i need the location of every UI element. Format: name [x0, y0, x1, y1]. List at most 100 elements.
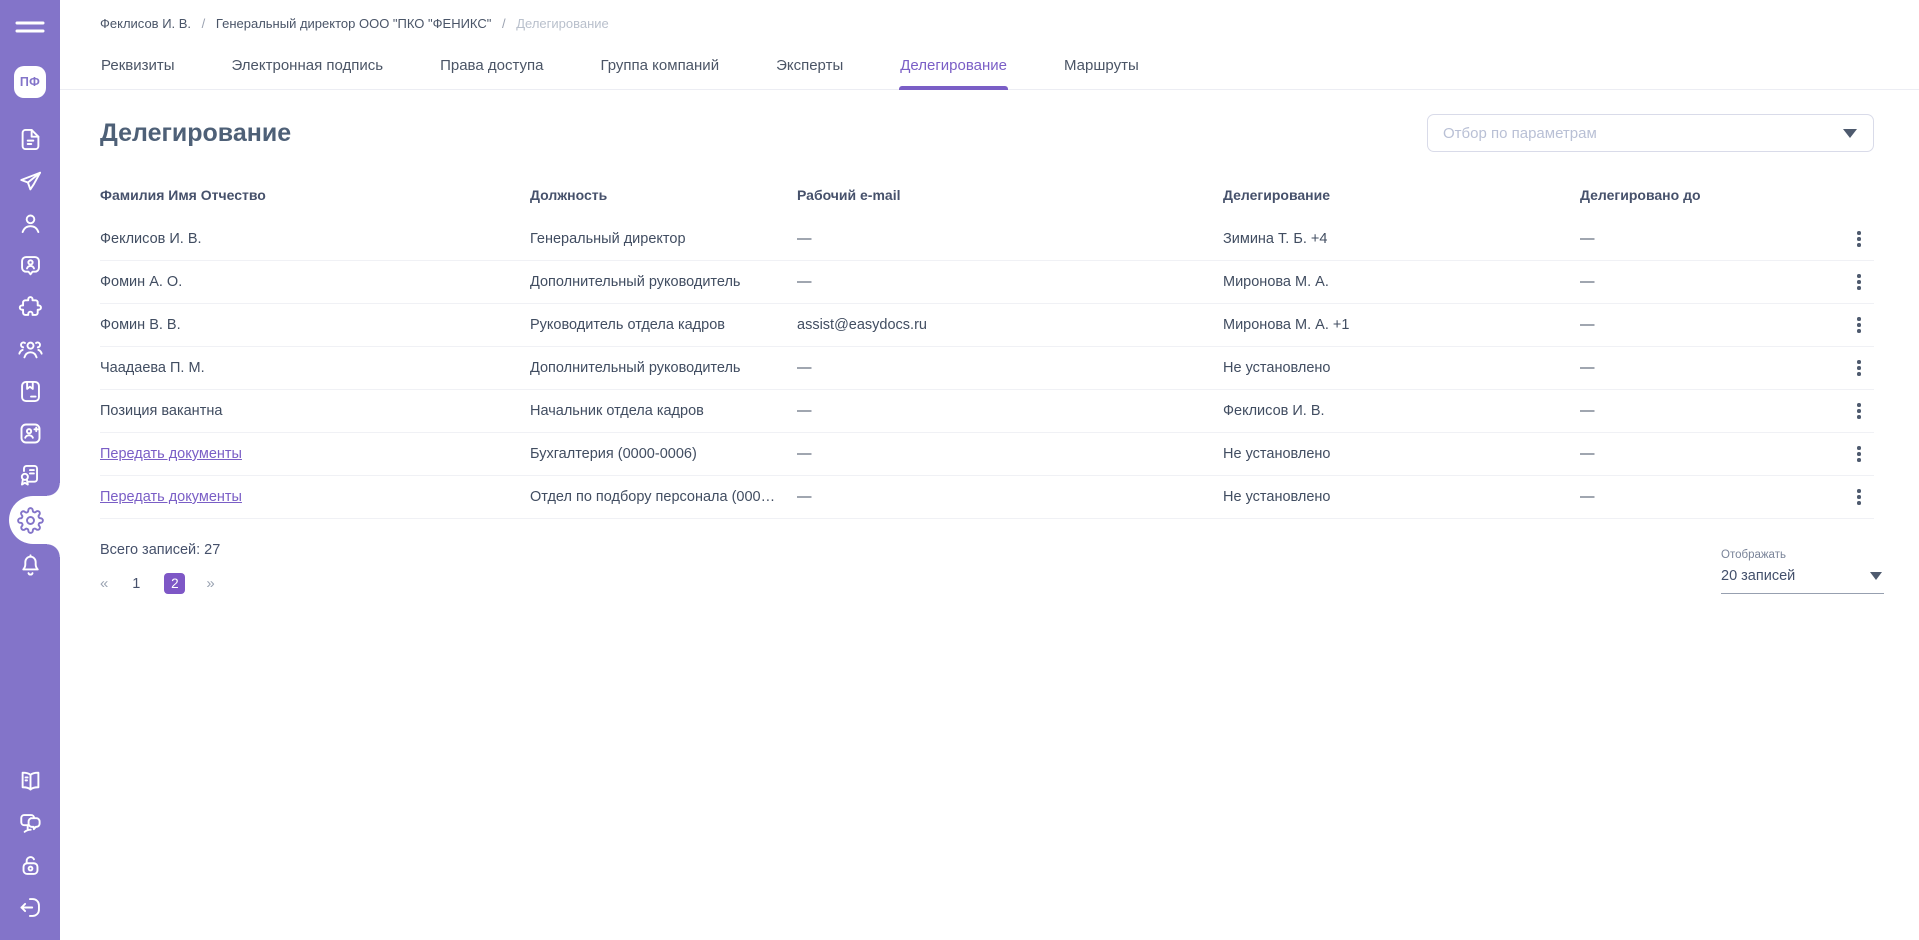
transfer-documents-link[interactable]: Передать документы [100, 489, 530, 505]
row-menu-button[interactable] [1844, 476, 1874, 518]
sidebar-item-book-saved[interactable] [0, 370, 60, 412]
cell-position: Дополнительный руководитель [530, 274, 797, 290]
breadcrumb: Феклисов И. В. / Генеральный директор ОО… [60, 0, 1919, 31]
certificate-icon [17, 462, 44, 489]
sidebar-item-user-badge[interactable] [0, 244, 60, 286]
row-menu-button[interactable] [1844, 218, 1874, 260]
cell-name: Чаадаева П. М. [100, 360, 530, 376]
cell-email: — [797, 231, 1223, 247]
row-menu-button[interactable] [1844, 261, 1874, 303]
avatar[interactable]: ПФ [14, 66, 46, 98]
chevron-down-icon [1843, 129, 1857, 138]
cell-delegated-until: — [1580, 360, 1844, 376]
cell-email: — [797, 489, 1223, 505]
tab-3[interactable]: Группа компаний [599, 44, 720, 89]
table-row: Фомин В. В.Руководитель отдела кадровass… [100, 304, 1874, 347]
cell-email: — [797, 446, 1223, 462]
cell-delegation: Не установлено [1223, 360, 1580, 376]
sidebar-item-logout[interactable] [0, 886, 60, 928]
cell-name: Феклисов И. В. [100, 231, 530, 247]
cell-email: — [797, 274, 1223, 290]
cell-delegated-until: — [1580, 489, 1844, 505]
tab-6[interactable]: Маршруты [1063, 44, 1140, 89]
sidebar-nav-bottom [0, 760, 60, 928]
table-row: Фомин А. О.Дополнительный руководитель—М… [100, 261, 1874, 304]
pagination: « 1 2 » [100, 573, 220, 594]
cell-delegated-until: — [1580, 403, 1844, 419]
title-row: Делегирование Отбор по параметрам [100, 114, 1874, 152]
app-window: ПФ Феклисов И. В. / Генеральный директор… [0, 0, 1919, 940]
menu-icon [13, 14, 47, 45]
pagination-page-2[interactable]: 2 [164, 573, 185, 594]
row-menu-button[interactable] [1844, 433, 1874, 475]
support-icon [17, 810, 44, 837]
delegation-table: Фамилия Имя ОтчествоДолжностьРабочий e-m… [100, 179, 1874, 519]
table-footer: Всего записей: 27 «12» Отображать 20 зап… [100, 542, 1874, 594]
cell-email: — [797, 403, 1223, 419]
tab-2[interactable]: Права доступа [439, 44, 544, 89]
sidebar-item-users[interactable] [0, 328, 60, 370]
table-row: Позиция вакантнаНачальник отдела кадров—… [100, 390, 1874, 433]
puzzle-icon [17, 294, 44, 321]
cell-name: Фомин А. О. [100, 274, 530, 290]
main-panel: Делегирование Отбор по параметрам Фамили… [60, 90, 1919, 940]
sidebar-item-send[interactable] [0, 160, 60, 202]
cell-position: Начальник отдела кадров [530, 403, 797, 419]
page-size-select[interactable]: 20 записей [1721, 561, 1884, 594]
cell-position: Бухгалтерия (0000-0006) [530, 446, 797, 462]
book-open-icon [17, 768, 44, 795]
table-header-row: Фамилия Имя ОтчествоДолжностьРабочий e-m… [100, 179, 1874, 218]
cell-name: Позиция вакантна [100, 403, 530, 419]
pagination-page-1[interactable]: 1 [129, 576, 143, 592]
breadcrumb-separator: / [202, 16, 206, 31]
logout-icon [17, 894, 44, 921]
cell-delegation: Не установлено [1223, 446, 1580, 462]
tab-0[interactable]: Реквизиты [100, 44, 176, 89]
filter-params-select[interactable]: Отбор по параметрам [1427, 114, 1874, 152]
breadcrumb-item-user[interactable]: Феклисов И. В. [100, 16, 191, 31]
sidebar-item-settings[interactable] [0, 496, 60, 544]
column-header: Рабочий e-mail [797, 187, 1223, 203]
cell-delegated-until: — [1580, 274, 1844, 290]
sidebar-item-book-open[interactable] [0, 760, 60, 802]
tab-4[interactable]: Эксперты [775, 44, 844, 89]
lock-icon [17, 852, 44, 879]
cell-email: — [797, 360, 1223, 376]
cell-name: Фомин В. В. [100, 317, 530, 333]
page-size-label: Отображать [1721, 549, 1884, 561]
sidebar-item-support[interactable] [0, 802, 60, 844]
sidebar-item-user-add[interactable] [0, 412, 60, 454]
user-icon [17, 210, 44, 237]
pagination-block: Всего записей: 27 « 1 2 » [100, 542, 220, 594]
sidebar-item-document[interactable] [0, 118, 60, 160]
page-size-value: 20 записей [1721, 568, 1795, 584]
cell-email: assist@easydocs.ru [797, 317, 1223, 333]
transfer-documents-link[interactable]: Передать документы [100, 446, 530, 462]
sidebar-item-puzzle[interactable] [0, 286, 60, 328]
total-records-label: Всего записей: 27 [100, 542, 220, 558]
cell-delegation: Зимина Т. Б. +4 [1223, 231, 1580, 247]
menu-button[interactable] [13, 16, 47, 42]
row-menu-button[interactable] [1844, 390, 1874, 432]
tab-5[interactable]: Делегирование [899, 44, 1008, 89]
table-row: Передать документыОтдел по подбору персо… [100, 476, 1874, 519]
sidebar-nav-top [0, 118, 60, 586]
row-menu-button[interactable] [1844, 304, 1874, 346]
user-badge-icon [17, 252, 44, 279]
sidebar-item-user[interactable] [0, 202, 60, 244]
row-menu-button[interactable] [1844, 347, 1874, 389]
column-header: Фамилия Имя Отчество [100, 187, 530, 203]
sidebar-item-lock[interactable] [0, 844, 60, 886]
filter-placeholder: Отбор по параметрам [1443, 125, 1597, 142]
breadcrumb-item-role[interactable]: Генеральный директор ООО "ПКО "ФЕНИКС" [216, 16, 491, 31]
table-row: Чаадаева П. М.Дополнительный руководител… [100, 347, 1874, 390]
send-icon [17, 168, 44, 195]
tab-bar: Реквизиты Электронная подпись Права доступ… [60, 44, 1919, 90]
users-icon [17, 336, 44, 363]
pagination-prev[interactable]: « [100, 575, 108, 592]
pagination-next[interactable]: » [206, 575, 214, 592]
tab-1[interactable]: Электронная подпись [231, 44, 385, 89]
sidebar: ПФ [0, 0, 60, 940]
breadcrumb-separator: / [502, 16, 506, 31]
breadcrumb-item-current: Делегирование [516, 16, 609, 31]
